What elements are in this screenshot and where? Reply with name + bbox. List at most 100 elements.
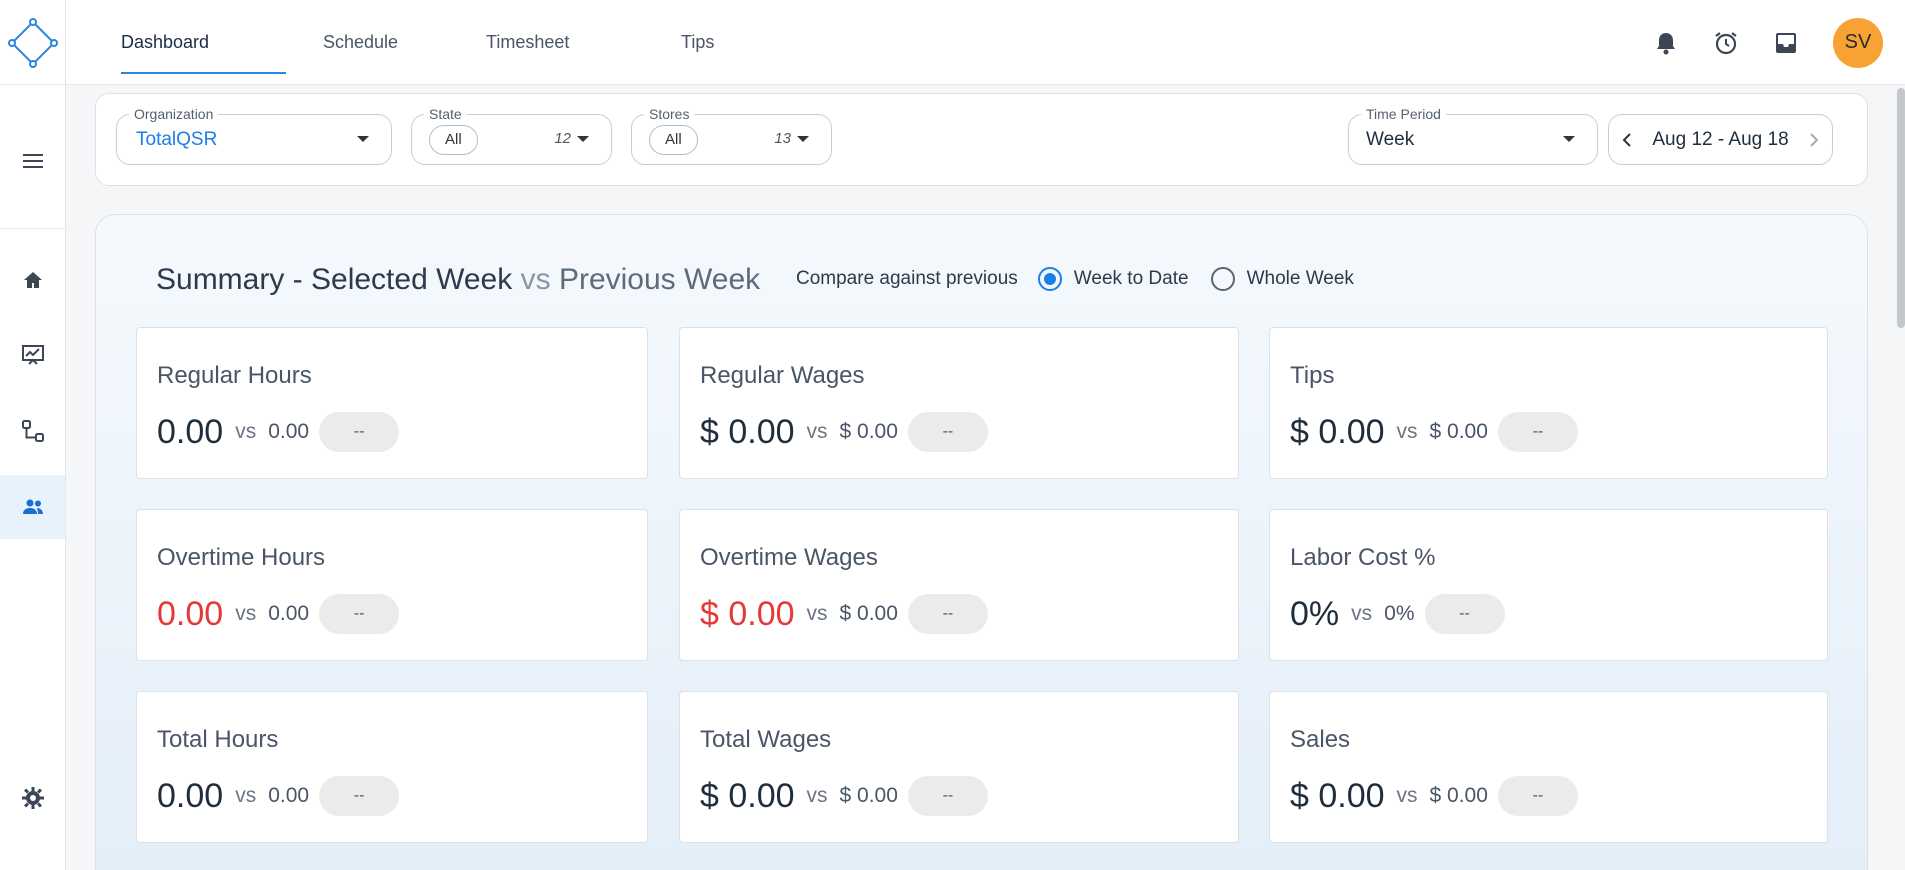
sidebar-divider: [0, 228, 65, 229]
metric-values: 0.00 vs 0.00 --: [157, 592, 400, 636]
metric-card-sales: Sales $ 0.00 vs $ 0.00 --: [1269, 691, 1828, 843]
tab-tips[interactable]: Tips: [651, 0, 714, 85]
time-period-label: Time Period: [1361, 106, 1446, 122]
metric-value: 0%: [1290, 594, 1340, 633]
metric-card-total-hours: Total Hours 0.00 vs 0.00 --: [136, 691, 648, 843]
page-scrollbar[interactable]: [1897, 88, 1905, 328]
metric-delta-badge: --: [907, 412, 988, 452]
alarm-clock-icon[interactable]: [1713, 30, 1739, 56]
tab-timesheet[interactable]: Timesheet: [481, 0, 651, 85]
option-label: Week to Date: [1073, 268, 1189, 289]
chevron-left-icon[interactable]: [1609, 122, 1645, 158]
metric-label: Total Hours: [157, 726, 279, 753]
metric-previous: $ 0.00: [1429, 420, 1488, 443]
organization-select[interactable]: Organization TotalQSR: [116, 106, 392, 165]
metric-previous: 0.00: [268, 784, 310, 807]
metric-values: $ 0.00 vs $ 0.00 --: [700, 592, 988, 636]
main-tabs: Dashboard Schedule Timesheet Tips: [116, 0, 714, 85]
metric-values: 0.00 vs 0.00 --: [157, 410, 400, 454]
caret-down-icon: [357, 136, 369, 142]
tab-label: Dashboard: [121, 32, 210, 52]
metric-delta-badge: --: [907, 594, 988, 634]
stores-select[interactable]: Stores All 13: [631, 106, 832, 165]
metric-delta-badge: --: [1497, 412, 1578, 452]
home-icon[interactable]: [0, 248, 65, 312]
week-to-date-option[interactable]: Week to Date: [1037, 267, 1189, 291]
metric-values: 0.00 vs 0.00 --: [157, 774, 400, 818]
metric-card-overtime-wages: Overtime Wages $ 0.00 vs $ 0.00 --: [679, 509, 1239, 661]
state-chip[interactable]: All: [429, 125, 478, 155]
analytics-icon[interactable]: [0, 323, 65, 387]
top-actions: SV: [1653, 0, 1905, 85]
tab-label: Tips: [681, 32, 715, 52]
tab-schedule[interactable]: Schedule: [286, 0, 481, 85]
summary-title-vs: vs: [520, 263, 551, 296]
metric-values: $ 0.00 vs $ 0.00 --: [1290, 774, 1578, 818]
metric-vs: vs: [235, 602, 257, 625]
metric-previous: $ 0.00: [839, 784, 898, 807]
radio-checked[interactable]: [1037, 267, 1062, 291]
metric-vs: vs: [1396, 784, 1418, 807]
stores-chip[interactable]: All: [649, 125, 698, 155]
metric-values: $ 0.00 vs $ 0.00 --: [1290, 410, 1578, 454]
sidebar: [0, 85, 66, 870]
metric-previous: 0.00: [268, 602, 310, 625]
caret-down-icon: [1563, 136, 1575, 142]
date-range-label: Aug 12 - Aug 18: [1652, 128, 1789, 150]
state-label: State: [424, 106, 467, 122]
metric-values: $ 0.00 vs $ 0.00 --: [700, 774, 988, 818]
metric-vs: vs: [235, 784, 257, 807]
metric-values: 0% vs 0% --: [1290, 592, 1505, 636]
avatar[interactable]: SV: [1833, 17, 1883, 68]
metric-vs: vs: [1351, 602, 1373, 625]
metric-value: 0.00: [157, 776, 224, 815]
metric-label: Overtime Hours: [157, 544, 326, 571]
metric-delta-badge: --: [319, 412, 400, 452]
metric-vs: vs: [806, 602, 828, 625]
tab-label: Timesheet: [486, 32, 570, 52]
metric-previous: $ 0.00: [1429, 784, 1488, 807]
metric-value: $ 0.00: [700, 412, 795, 451]
metric-vs: vs: [806, 420, 828, 443]
metric-delta-badge: --: [319, 594, 400, 634]
organization-value: TotalQSR: [136, 129, 218, 150]
filter-bar: Organization TotalQSR State All 12 Store…: [95, 93, 1868, 186]
metric-card-regular-hours: Regular Hours 0.00 vs 0.00 --: [136, 327, 648, 479]
metric-label: Tips: [1290, 362, 1335, 389]
metric-vs: vs: [235, 420, 257, 443]
metric-delta-badge: --: [1497, 776, 1578, 816]
metric-card-labor-cost: Labor Cost % 0% vs 0% --: [1269, 509, 1828, 661]
whole-week-option[interactable]: Whole Week: [1210, 267, 1354, 291]
option-label: Whole Week: [1246, 268, 1354, 289]
stores-label: Stores: [644, 106, 695, 122]
inbox-icon[interactable]: [1773, 30, 1799, 56]
summary-title-main: Summary - Selected Week: [156, 263, 513, 296]
date-range-picker: Aug 12 - Aug 18: [1608, 114, 1833, 165]
people-icon[interactable]: [0, 475, 65, 539]
metric-label: Regular Hours: [157, 362, 312, 389]
metric-label: Total Wages: [700, 726, 832, 753]
metric-value: $ 0.00: [700, 594, 795, 633]
metric-delta-badge: --: [319, 776, 400, 816]
state-select[interactable]: State All 12: [411, 106, 612, 165]
time-period-select[interactable]: Time Period Week: [1348, 106, 1598, 165]
metric-previous: 0%: [1384, 602, 1415, 625]
organization-label: Organization: [129, 106, 219, 122]
compare-options: Compare against previous Week to Date Wh…: [796, 267, 1354, 291]
menu-icon[interactable]: [0, 129, 65, 193]
caret-down-icon: [577, 136, 589, 142]
metric-previous: 0.00: [268, 420, 310, 443]
radio-unchecked[interactable]: [1210, 267, 1235, 291]
chevron-right-icon[interactable]: [1796, 122, 1832, 158]
metric-previous: $ 0.00: [839, 420, 898, 443]
bell-icon[interactable]: [1653, 30, 1679, 56]
summary-panel: Summary - Selected Week vs Previous Week…: [95, 214, 1868, 870]
gear-icon[interactable]: [0, 766, 65, 830]
workflow-icon[interactable]: [0, 399, 65, 463]
tab-dashboard[interactable]: Dashboard: [121, 0, 286, 85]
compare-label: Compare against previous: [796, 268, 1018, 289]
diamond-logo-icon[interactable]: [0, 0, 66, 85]
summary-title: Summary - Selected Week vs Previous Week: [156, 263, 760, 297]
metric-label: Labor Cost %: [1290, 544, 1436, 571]
top-bar: Dashboard Schedule Timesheet Tips SV: [0, 0, 1905, 85]
